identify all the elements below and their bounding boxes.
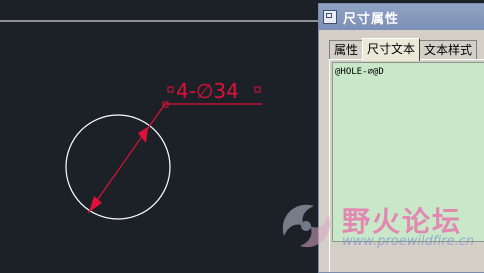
tab-text-style[interactable]: 文本样式	[419, 40, 478, 60]
tab-properties[interactable]: 属性	[329, 40, 364, 60]
dialog-titlebar[interactable]: 尺寸属性	[319, 4, 484, 30]
watermark-url: www.proewildfire.cn	[342, 234, 475, 249]
window-icon	[323, 10, 337, 24]
dimension-diameter-line[interactable]	[87, 103, 166, 214]
tab-bar: 属性 尺寸文本 文本样式	[329, 38, 478, 61]
dimension-text-value: @HOLE-∅@D	[335, 67, 384, 77]
dimension-text[interactable]: 4-∅34	[176, 79, 239, 103]
watermark-logo-icon	[282, 204, 331, 248]
dimension-arrow-lower	[89, 196, 102, 212]
watermark: 野火论坛 www.proewildfire.cn	[270, 196, 484, 256]
handle-square-text[interactable]	[167, 86, 174, 93]
tab-dimension-text[interactable]: 尺寸文本	[362, 38, 421, 61]
hole-circle[interactable]	[65, 114, 171, 220]
handle-square-right[interactable]	[254, 86, 261, 93]
dialog-title: 尺寸属性	[343, 11, 400, 27]
